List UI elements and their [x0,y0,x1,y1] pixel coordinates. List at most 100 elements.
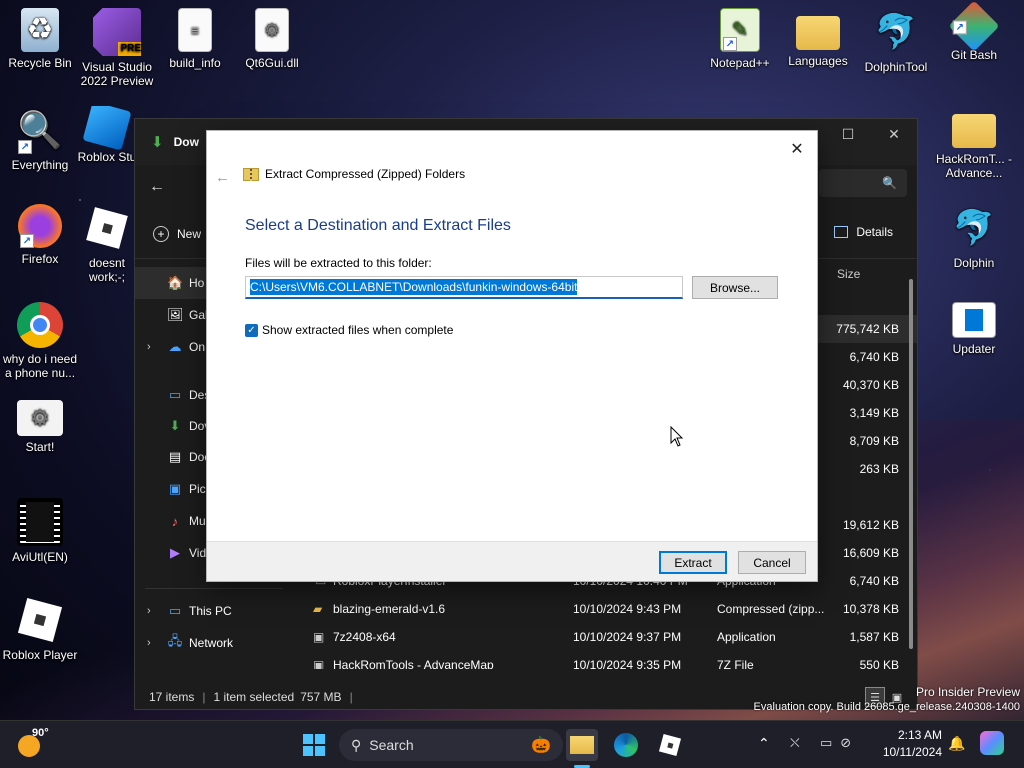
folder-icon [952,114,996,148]
start-button[interactable] [298,729,330,761]
desktop-icon-languages[interactable]: Languages [778,8,858,68]
onedrive-icon: ☁ [168,339,182,354]
details-button[interactable]: Details [834,225,893,239]
chevron-right-icon[interactable]: › [147,637,151,649]
pictures-icon: ▣ [168,481,182,496]
dolphin-icon: 🐬 [874,13,918,51]
desktop-icon-aviutl[interactable]: AviUtl(EN) [0,498,80,564]
firefox-icon: ↗ [18,204,62,248]
file-row-blazing-emerald[interactable]: ▰ blazing-emerald-v1.6 10/10/2024 9:43 P… [293,595,917,623]
desktop-icon-qt6gui[interactable]: ⚙ Qt6Gui.dll [232,8,312,70]
chrome-icon [17,302,63,348]
network-icon: 🖧 [167,633,183,648]
videos-icon: ▶ [170,545,180,560]
desktop-icon-dolphin[interactable]: 🐬 Dolphin [934,204,1014,270]
zip-folder-icon: ▰ [313,602,323,616]
home-icon: 🏠 [167,275,184,290]
tray-chevron-icon[interactable]: ⌃ [758,735,770,752]
desktop-icon: ▭ [168,387,182,402]
chevron-right-icon[interactable]: › [147,341,151,353]
roblox-icon [83,204,131,252]
desktop-icon-start[interactable]: ⚙ Start! [0,400,80,454]
mouse-cursor-icon [670,426,684,447]
cancel-button[interactable]: Cancel [738,551,806,574]
details-label: Details [856,225,893,239]
folder-icon [796,16,840,50]
chevron-right-icon[interactable]: › [147,605,151,617]
document-icon: ≡ [178,8,212,52]
selected-path-text: C:\Users\VM6.COLLABNET\Downloads\funkin-… [250,279,578,295]
app-icon: ▣ [313,630,325,644]
download-icon: ⬇ [151,134,164,151]
desktop-icon-chrome[interactable]: why do i need a phone nu... [0,302,80,380]
desktop-icon-roblox-studio[interactable]: Roblox Stu [77,106,137,164]
dialog-heading: Select a Destination and Extract Files [245,217,511,234]
new-button[interactable]: New [177,227,201,241]
desktop-icon-updater[interactable]: Updater [934,302,1014,356]
desktop-icon-dolphintool[interactable]: 🐬 DolphinTool [856,8,936,74]
copilot-icon[interactable] [980,731,1004,755]
show-files-label: Show extracted files when complete [262,323,454,337]
new-plus-icon: + [153,225,169,242]
close-button[interactable]: ✕ [871,119,917,149]
nav-item-network[interactable]: › 🖧 Network [135,627,293,659]
desktop-icon-firefox[interactable]: ↗ Firefox [0,204,80,266]
film-icon [17,498,63,546]
close-icon[interactable]: ✕ [783,135,811,163]
desktop-icon-recycle-bin[interactable]: ♻ Recycle Bin [0,8,80,70]
checkbox-checked-icon[interactable]: ✓ [245,323,258,337]
taskbar-clock[interactable]: 2:13 AM 10/11/2024 [883,727,942,761]
dialog-title: Extract Compressed (Zipped) Folders [265,167,466,181]
destination-label: Files will be extracted to this folder: [245,256,432,270]
git-icon: ↗ [948,0,1000,52]
back-arrow-icon[interactable]: ← [149,178,165,196]
pumpkin-icon: 🎃 [531,737,551,754]
network-off-icon[interactable]: ⛌ [790,735,800,751]
desktop-icon-visual-studio[interactable]: PRE Visual Studio 2022 Preview [77,8,157,88]
browse-button[interactable]: Browse... [692,276,778,299]
tray-icons[interactable]: ▭⊘ [820,735,859,751]
visual-studio-icon: PRE [93,8,141,56]
roblox-icon [16,596,64,644]
dialog-footer: Extract Cancel [207,541,817,581]
windows-logo-icon [303,734,325,756]
size-column-header[interactable]: Size [837,267,860,281]
desktop-icon-everything[interactable]: 🔍 ↗ Everything [0,106,80,173]
search-box[interactable]: 🔍 [819,169,907,197]
pc-icon: ▭ [168,603,182,618]
file-row-7z[interactable]: ▣ 7z2408-x64 10/10/2024 9:37 PM Applicat… [293,623,917,651]
file-row-hackromtools[interactable]: ▣ HackRomTools - AdvanceMap 10/10/2024 9… [293,651,917,669]
desktop-icon-roblox-player[interactable]: Roblox Player [0,596,80,662]
destination-path-input[interactable]: C:\Users\VM6.COLLABNET\Downloads\funkin-… [245,276,683,299]
gallery-icon: 🖼 [167,307,184,322]
desktop-icon-build-info[interactable]: ≡ build_info [155,8,235,70]
notification-bell-icon[interactable]: 🔔 [948,735,965,752]
nav-item-this-pc[interactable]: › ▭ This PC [135,595,293,627]
desktop-icon-doesnt-work[interactable]: doesnt work;-; [77,204,137,284]
maximize-button[interactable]: ☐ [825,119,871,149]
explorer-tab-title[interactable]: Dow [174,135,199,149]
taskbar-search[interactable]: ⚲ Search 🎃 [339,729,563,761]
updater-icon [952,302,996,338]
vertical-scrollbar[interactable] [909,279,913,649]
edge-icon [614,733,638,757]
folder-icon [570,736,594,754]
download-icon: ⬇ [169,418,181,433]
taskbar-roblox[interactable] [654,729,686,761]
details-pane-icon [834,226,849,238]
extract-button[interactable]: Extract [659,551,727,574]
desktop-icon-hackromtools[interactable]: HackRomT... - Advance... [934,106,1014,180]
taskbar-edge[interactable] [610,729,642,761]
desktop-icon-notepadpp[interactable]: ✎ ↗ Notepad++ [700,8,780,70]
taskbar-file-explorer[interactable] [566,729,598,761]
desktop-icon-git-bash[interactable]: ↗ Git Bash [934,0,1014,62]
extract-dialog: ✕ ← Extract Compressed (Zipped) Folders … [206,130,818,582]
dialog-title-row: Extract Compressed (Zipped) Folders [243,167,465,181]
weather-widget[interactable]: 90° [18,727,49,757]
search-icon: ⚲ [351,736,362,753]
show-files-checkbox-row[interactable]: ✓ Show extracted files when complete [245,323,453,337]
settings-file-icon: ⚙ [17,400,63,436]
roblox-studio-icon [82,106,132,151]
notepad-plus-icon: ✎ ↗ [720,8,760,52]
back-arrow-icon[interactable]: ← [215,169,230,186]
